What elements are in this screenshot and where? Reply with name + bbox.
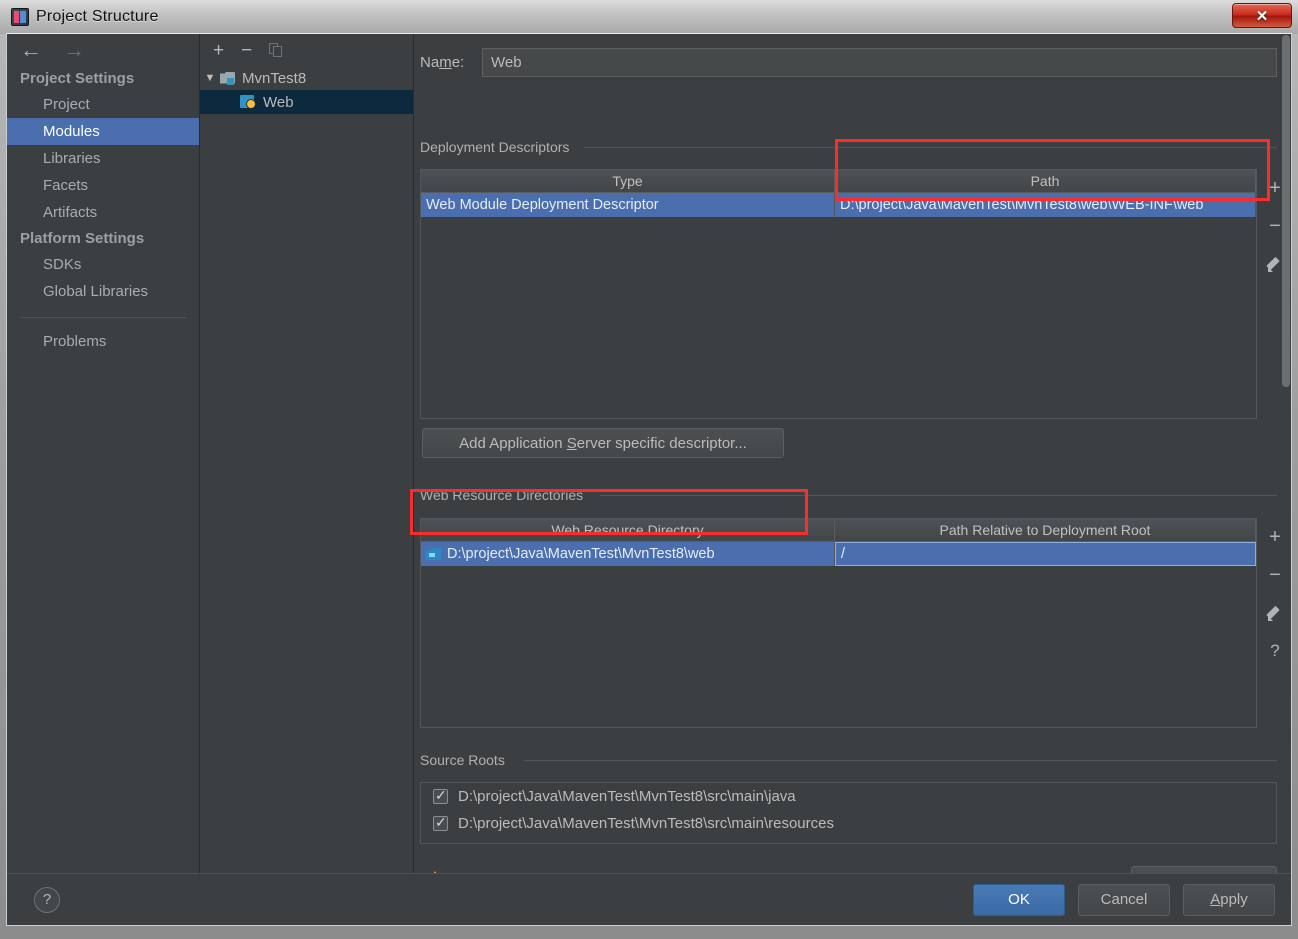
add-module-icon[interactable]: + <box>213 41 224 60</box>
ok-button[interactable]: OK <box>973 883 1065 916</box>
web-facet-icon <box>240 95 256 109</box>
sidebar-item-project[interactable]: Project <box>7 91 199 118</box>
column-header-type[interactable]: Type <box>421 170 835 193</box>
table-header: Web Resource Directory Path Relative to … <box>421 519 1256 542</box>
sidebar-item-global-libraries[interactable]: Global Libraries <box>7 278 199 305</box>
intellij-idea-icon <box>11 8 29 26</box>
sidebar-group-project-settings: Project Settings <box>20 70 135 87</box>
cell-type: Web Module Deployment Descriptor <box>421 193 835 217</box>
main-scrollbar[interactable] <box>1281 34 1291 874</box>
help-icon[interactable]: ? <box>34 886 60 913</box>
close-icon[interactable]: ✕ <box>1232 3 1292 28</box>
cell-directory-text: D:\project\Java\MavenTest\MvnTest8\web <box>447 546 715 562</box>
folder-icon <box>426 548 441 560</box>
checkbox-icon[interactable] <box>433 787 448 804</box>
source-root-path: D:\project\Java\MavenTest\MvnTest8\src\m… <box>458 788 796 805</box>
tree-node-label: MvnTest8 <box>242 69 307 87</box>
tree-node-label: Web <box>263 93 294 111</box>
list-item[interactable]: D:\project\Java\MavenTest\MvnTest8\src\m… <box>421 783 1276 810</box>
modules-tree-panel: + − ▼ MvnTest8 Web <box>200 34 414 874</box>
name-row: Name: <box>420 47 1277 77</box>
web-resource-directories-title: Web Resource Directories <box>420 487 592 503</box>
add-app-server-descriptor-button[interactable]: Add Application Server specific descript… <box>422 428 784 458</box>
tree-node-mvntest8[interactable]: ▼ MvnTest8 <box>200 66 413 90</box>
sidebar-nav: ← → <box>7 34 199 66</box>
dialog-content: ← → Project Settings Project Modules Lib… <box>7 34 1291 874</box>
sidebar-item-problems[interactable]: Problems <box>7 328 199 355</box>
web-resource-directories-table: Web Resource Directory Path Relative to … <box>420 518 1257 728</box>
add-app-server-descriptor-label: Add Application Server specific descript… <box>459 434 747 452</box>
cell-relative-path: / <box>835 542 1256 566</box>
column-header-path[interactable]: Path <box>835 170 1256 193</box>
sidebar-item-facets[interactable]: Facets <box>7 172 199 199</box>
web-resource-directories-rule <box>600 495 1277 496</box>
dialog-footer: ? OK Cancel Apply <box>7 873 1291 925</box>
chevron-down-icon[interactable]: ▼ <box>200 72 220 84</box>
sidebar-group-platform-settings: Platform Settings <box>20 230 145 247</box>
cell-path: D:\project\Java\MavenTest\MvnTest8\web\W… <box>835 193 1256 217</box>
column-header-web-resource-directory[interactable]: Web Resource Directory <box>421 519 835 542</box>
footer-actions: OK Cancel Apply <box>973 883 1275 916</box>
remove-module-icon[interactable]: − <box>241 41 252 60</box>
settings-sidebar: ← → Project Settings Project Modules Lib… <box>7 34 200 874</box>
window-titlebar: Project Structure ✕ <box>0 0 1298 34</box>
table-row[interactable]: D:\project\Java\MavenTest\MvnTest8\web / <box>421 542 1256 566</box>
table-row[interactable]: Web Module Deployment Descriptor D:\proj… <box>421 193 1256 217</box>
sidebar-item-libraries[interactable]: Libraries <box>7 145 199 172</box>
cancel-button[interactable]: Cancel <box>1078 883 1170 916</box>
table-header: Type Path <box>421 170 1256 193</box>
deployment-descriptors-rule <box>584 147 1277 148</box>
sidebar-item-artifacts[interactable]: Artifacts <box>7 199 199 226</box>
copy-module-icon[interactable] <box>269 42 283 58</box>
back-arrow-icon[interactable]: ← <box>20 39 42 61</box>
deployment-descriptors-table: Type Path Web Module Deployment Descript… <box>420 169 1257 419</box>
sidebar-divider <box>20 317 186 318</box>
source-roots-title: Source Roots <box>420 752 513 768</box>
project-structure-window: Project Structure ✕ ← → Project Settings… <box>0 0 1298 939</box>
name-input[interactable] <box>482 47 1277 77</box>
source-roots-list: D:\project\Java\MavenTest\MvnTest8\src\m… <box>420 782 1277 844</box>
facet-settings-panel: Name: Deployment Descriptors Type Path W… <box>414 34 1291 874</box>
list-item[interactable]: D:\project\Java\MavenTest\MvnTest8\src\m… <box>421 810 1276 837</box>
deployment-descriptors-title: Deployment Descriptors <box>420 139 578 155</box>
module-icon <box>220 72 235 85</box>
window-title: Project Structure <box>36 8 159 25</box>
dialog-body: ← → Project Settings Project Modules Lib… <box>6 33 1292 926</box>
name-label: Name: <box>420 53 465 71</box>
sidebar-item-sdks[interactable]: SDKs <box>7 251 199 278</box>
tree-node-web[interactable]: Web <box>200 90 413 114</box>
cell-web-resource-directory: D:\project\Java\MavenTest\MvnTest8\web <box>421 542 835 566</box>
source-root-path: D:\project\Java\MavenTest\MvnTest8\src\m… <box>458 815 834 832</box>
apply-button[interactable]: Apply <box>1183 883 1275 916</box>
modules-toolbar: + − <box>200 34 413 66</box>
sidebar-item-modules[interactable]: Modules <box>7 118 199 145</box>
column-header-relative-path[interactable]: Path Relative to Deployment Root <box>835 519 1256 542</box>
forward-arrow-icon[interactable]: → <box>63 39 85 61</box>
source-roots-rule <box>524 760 1277 761</box>
checkbox-icon[interactable] <box>433 814 448 831</box>
